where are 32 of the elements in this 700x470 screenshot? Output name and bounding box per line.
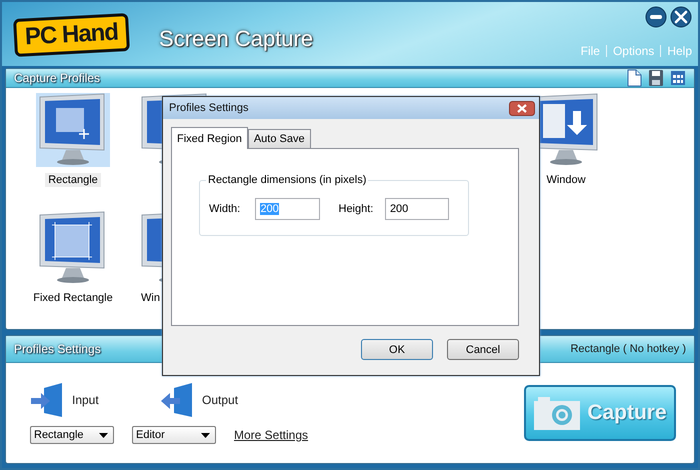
close-icon[interactable]	[670, 6, 692, 28]
io-label: Input	[72, 393, 99, 407]
dialog-button[interactable]: Cancel	[447, 339, 519, 360]
caret-icon	[201, 432, 210, 438]
dialog-title: Profiles Settings	[169, 102, 248, 114]
input-field[interactable]: 200	[384, 198, 449, 220]
caret-icon	[99, 432, 108, 438]
profile-label[interactable]: Window	[543, 173, 589, 187]
group-label: Rectangle dimensions (in pixels)	[206, 174, 368, 186]
tab[interactable]: Auto Save	[248, 129, 311, 148]
io-label: Output	[202, 393, 238, 407]
field-label: Width:	[209, 203, 242, 215]
dialog-button[interactable]: OK	[361, 339, 433, 360]
profile-label[interactable]: Rectangle	[45, 173, 101, 187]
app-logo: PC Hand	[13, 13, 130, 57]
app-title: Screen Capture	[159, 26, 314, 52]
current-profile: Rectangle ( No hotkey )	[570, 343, 686, 355]
more-settings-link[interactable]: More Settings	[234, 428, 308, 442]
grid-icon[interactable]	[670, 69, 686, 87]
save-icon[interactable]	[648, 69, 664, 87]
close-icon[interactable]	[509, 100, 535, 116]
document-icon[interactable]	[626, 69, 642, 87]
monitor-icon[interactable]	[36, 93, 110, 167]
profile-label[interactable]: Fixed Rectangle	[30, 291, 116, 305]
dropdown[interactable]: Rectangle	[30, 426, 114, 444]
profile-label[interactable]: Win	[138, 291, 163, 305]
minimize-icon[interactable]	[645, 6, 667, 28]
tab[interactable]: Fixed Region	[171, 127, 248, 149]
dropdown[interactable]: Editor	[132, 426, 216, 444]
field-label: Height:	[338, 203, 374, 215]
panel-title: Profiles Settings	[14, 342, 101, 356]
panel-title: Capture Profiles	[14, 71, 100, 85]
